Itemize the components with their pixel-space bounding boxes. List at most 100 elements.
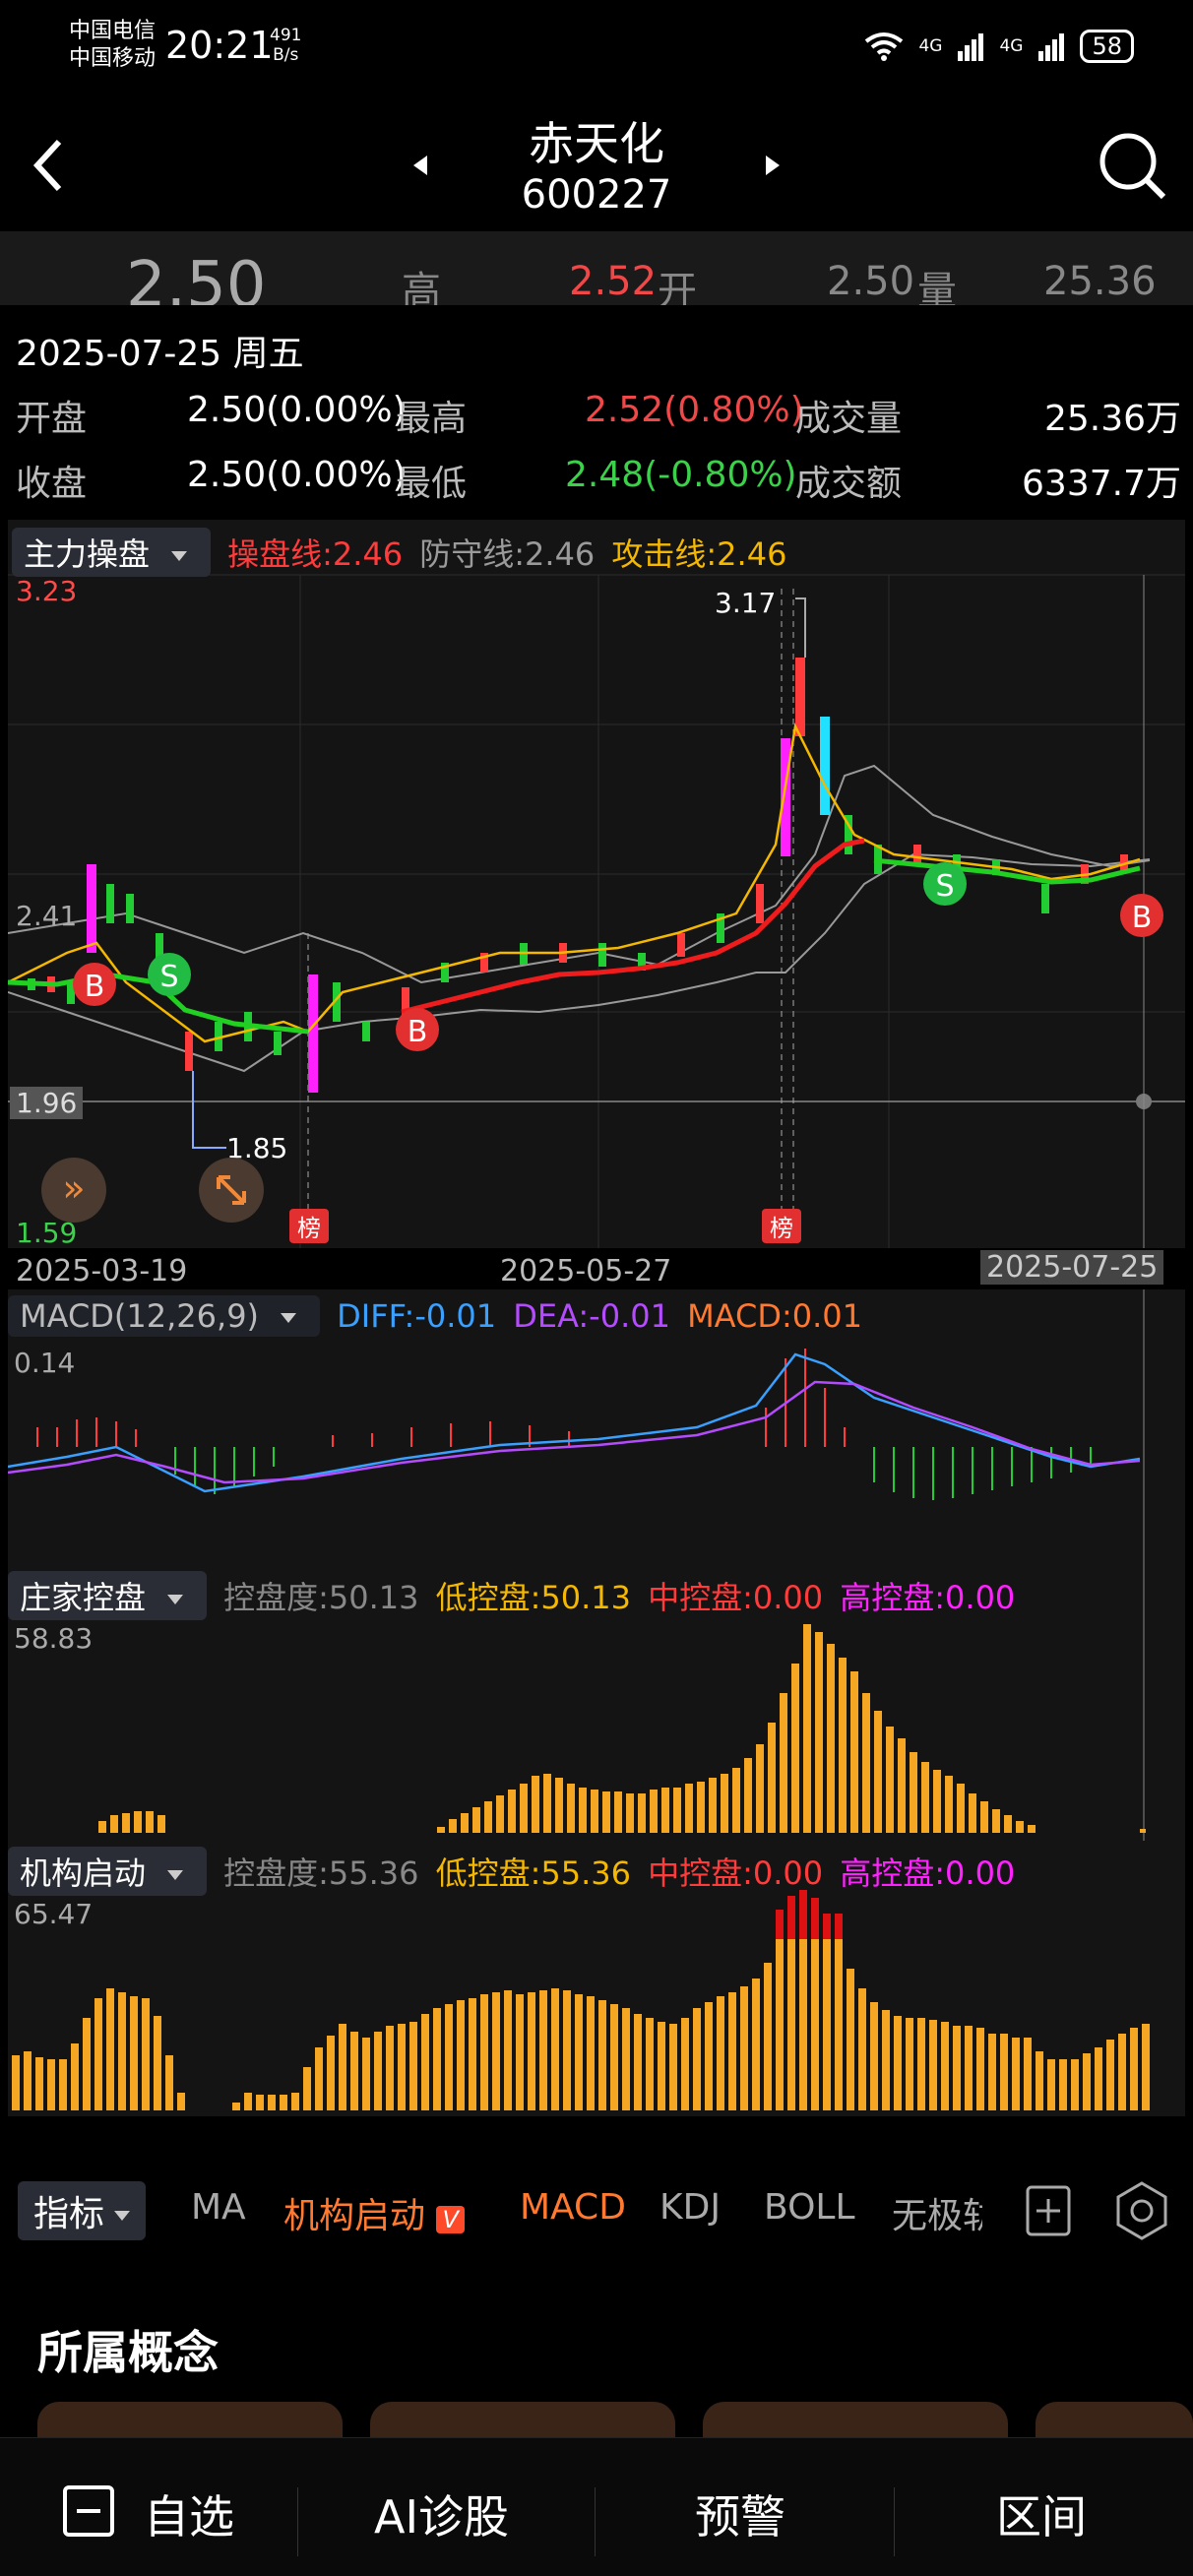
search-icon[interactable]	[1095, 128, 1169, 203]
inst-degree: 控盘度:55.36	[223, 1854, 419, 1892]
volume-label: 量	[917, 269, 957, 305]
volume-value: 25.36万	[1043, 399, 1181, 439]
dealer-selector[interactable]: 庄家控盘	[8, 1571, 208, 1620]
open-label: 开盘	[16, 399, 88, 439]
macd-value: MACD:0.01	[687, 1297, 863, 1335]
inst-bars-high	[776, 1890, 843, 1939]
carrier-1: 中国电信	[69, 19, 157, 43]
vip-badge: V	[436, 2206, 465, 2233]
dea-value: DEA:-0.01	[513, 1297, 670, 1335]
defend-line-value: 防守线:2.46	[419, 535, 596, 573]
net-speed-value: 491	[270, 26, 302, 45]
indicator-selector[interactable]: 主力操盘	[12, 528, 212, 577]
tab-boll[interactable]: BOLL	[764, 2187, 855, 2228]
bottom-action-bar: 自选 AI诊股 预警 区间	[0, 2437, 1193, 2576]
watchlist-button[interactable]: 自选	[144, 2482, 234, 2546]
high-value: 2.52(0.80%)	[585, 390, 804, 430]
macd-chart[interactable]: MACD(12,26,9) DIFF:-0.01 DEA:-0.01 MACD:…	[7, 1289, 1185, 1565]
indicator-menu-label: 指标	[33, 2194, 105, 2234]
dealer-bars	[98, 1624, 1146, 1833]
close-value: 2.50(0.00%)	[187, 455, 407, 495]
expand-panel-icon[interactable]: »	[41, 1158, 106, 1223]
high-label: 高	[402, 269, 441, 305]
svg-text:S: S	[159, 960, 178, 994]
price-strip: 2.50 高 2.52 开 2.50 量 25.36万	[0, 231, 1193, 305]
rank-badge-2[interactable]: 榜	[762, 1209, 801, 1243]
inst-bars	[12, 1939, 1150, 2110]
net-speed-unit: B/s	[273, 45, 299, 65]
inst-selector[interactable]: 机构启动	[8, 1847, 208, 1896]
open-label: 开	[658, 269, 697, 305]
dropdown-caret-icon	[281, 1313, 297, 1323]
next-stock-icon[interactable]	[764, 154, 782, 177]
dealer-degree: 控盘度:50.13	[223, 1579, 419, 1616]
watchlist-minus-icon[interactable]	[61, 2483, 116, 2539]
dealer-low: 低控盘:50.13	[435, 1579, 632, 1616]
volume-value: 25.36万	[1043, 259, 1157, 304]
signal-icon	[958, 33, 984, 61]
kline-chart[interactable]: B S B S B 主力操盘 操盘线:2.46 防守线:2.46 攻击线:2.4…	[7, 520, 1185, 1249]
close-label: 收盘	[16, 464, 88, 504]
open-value: 2.50(0.00%)	[187, 390, 407, 430]
macd-selector[interactable]: MACD(12,26,9)	[8, 1295, 321, 1337]
range-button[interactable]: 区间	[996, 2482, 1087, 2546]
fullscreen-icon[interactable]	[199, 1158, 264, 1223]
rank-badge-1[interactable]: 榜	[289, 1209, 329, 1243]
settings-icon[interactable]	[1110, 2179, 1173, 2242]
high-value: 2.52	[569, 259, 658, 304]
kline-legend: 主力操盘 操盘线:2.46 防守线:2.46 攻击线:2.46	[12, 528, 798, 577]
institution-start-chart[interactable]: 机构启动 控盘度:55.36 低控盘:55.36 中控盘:0.00 高控盘:0.…	[8, 1841, 1185, 2116]
dropdown-caret-icon	[114, 2211, 131, 2221]
battery-icon: 58	[1080, 30, 1134, 63]
dealer-label: 庄家控盘	[20, 1579, 147, 1616]
dealer-legend: 庄家控盘 控盘度:50.13 低控盘:50.13 中控盘:0.00 高控盘:0.…	[8, 1571, 1027, 1620]
current-price: 2.50	[126, 249, 267, 305]
ai-diagnose-button[interactable]: AI诊股	[374, 2482, 509, 2546]
diff-value: DIFF:-0.01	[337, 1297, 497, 1335]
dealer-high: 高控盘:0.00	[840, 1579, 1016, 1616]
dealer-y-top: 58.83	[14, 1622, 94, 1655]
signal-2-label: 4G	[999, 36, 1024, 56]
inst-high: 高控盘:0.00	[840, 1854, 1016, 1892]
y-axis-top: 3.23	[16, 575, 78, 607]
tab-kdj[interactable]: KDJ	[659, 2187, 721, 2228]
date-end: 2025-07-25	[980, 1250, 1164, 1285]
operate-line-value: 操盘线:2.46	[227, 535, 404, 573]
attack-line-value: 攻击线:2.46	[611, 535, 787, 573]
signal-1-label: 4G	[918, 36, 943, 56]
dropdown-caret-icon	[171, 551, 188, 561]
macd-label: MACD(12,26,9)	[20, 1297, 260, 1335]
carrier-info: 中国电信 中国移动	[69, 18, 156, 73]
open-value: 2.50	[827, 259, 915, 304]
amount-value: 6337.7万	[1022, 464, 1181, 504]
divider	[297, 2487, 298, 2556]
tab-institution-start[interactable]: 机构启动 V	[283, 2187, 465, 2238]
macd-legend: MACD(12,26,9) DIFF:-0.01 DEA:-0.01 MACD:…	[8, 1295, 874, 1337]
svg-text:S: S	[935, 869, 954, 904]
info-date: 2025-07-25 周五	[16, 334, 304, 374]
signal-icon-2	[1038, 33, 1065, 61]
net-speed: 491 B/s	[270, 26, 301, 65]
inst-y-top: 65.47	[14, 1898, 94, 1930]
dealer-control-chart[interactable]: 庄家控盘 控盘度:50.13 低控盘:50.13 中控盘:0.00 高控盘:0.…	[8, 1565, 1185, 1841]
clock: 20:21	[165, 24, 274, 67]
divider	[595, 2487, 596, 2556]
peak-price-label: 3.17	[715, 587, 777, 619]
date-mid: 2025-05-27	[500, 1254, 672, 1288]
kline-svg: B S B S B	[7, 574, 1185, 1248]
carrier-2: 中国移动	[69, 46, 157, 71]
dropdown-caret-icon	[167, 1595, 184, 1604]
add-indicator-icon[interactable]	[1020, 2181, 1079, 2240]
tab-ma[interactable]: MA	[191, 2187, 246, 2228]
dropdown-caret-icon	[167, 1870, 184, 1880]
high-label: 最高	[396, 399, 468, 439]
svg-text:B: B	[85, 970, 105, 1004]
alert-button[interactable]: 预警	[695, 2482, 785, 2546]
indicator-tab-bar: 指标 MA 机构启动 V MACD KDJ BOLL 无极轨	[0, 2162, 1193, 2260]
stock-code: 600227	[521, 172, 672, 218]
macd-y-top: 0.14	[14, 1347, 76, 1379]
tab-macd[interactable]: MACD	[520, 2187, 626, 2228]
tab-wuji[interactable]: 无极轨	[892, 2187, 982, 2238]
indicator-menu-button[interactable]: 指标	[18, 2181, 147, 2240]
svg-text:B: B	[1132, 901, 1153, 935]
